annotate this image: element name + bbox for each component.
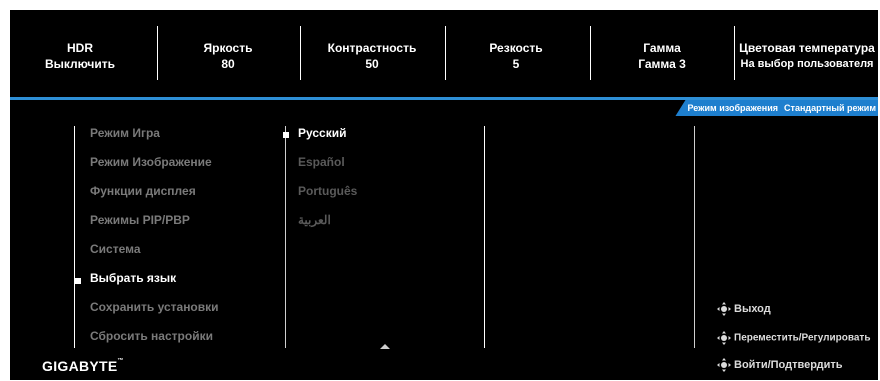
hint-move-adjust: Переместить/Регулировать <box>717 331 870 345</box>
status-divider <box>590 26 591 80</box>
status-sharpness-value: 5 <box>512 57 520 71</box>
column-divider <box>285 126 286 348</box>
menu-item-system[interactable]: Система <box>90 242 141 256</box>
column-divider <box>484 126 485 348</box>
column-divider <box>694 126 695 348</box>
hint-exit: Выход <box>717 302 771 316</box>
status-color-temp: Цветовая температура На выбор пользовате… <box>736 40 878 72</box>
menu-item-reset[interactable]: Сбросить настройки <box>90 329 213 343</box>
status-contrast-label: Контрастность <box>327 41 417 55</box>
brand-logo: GIGABYTE™ <box>42 358 124 374</box>
hint-enter-confirm-label: Войти/Подтвердить <box>734 358 843 371</box>
status-brightness-label: Яркость <box>203 41 253 55</box>
language-option-spanish[interactable]: Español <box>298 155 345 169</box>
joystick-icon <box>717 331 731 345</box>
status-brightness-value: 80 <box>221 57 235 71</box>
joystick-icon <box>717 358 731 372</box>
picture-mode-tag: Режим изображения Стандартный режим <box>675 100 878 116</box>
menu-item-language[interactable]: Выбрать язык <box>90 271 176 285</box>
joystick-icon <box>717 302 731 316</box>
column-divider <box>74 126 75 348</box>
brand-logo-text: GIGABYTE <box>42 358 118 374</box>
menu-item-save-settings[interactable]: Сохранить установки <box>90 300 219 314</box>
hint-enter-confirm: Войти/Подтвердить <box>717 358 843 372</box>
status-color-temp-value: На выбор пользователя <box>740 58 874 70</box>
menu-item-picture-mode[interactable]: Режим Изображение <box>90 155 212 169</box>
status-color-temp-label: Цветовая температура <box>739 41 875 55</box>
status-brightness: Яркость 80 <box>158 40 298 72</box>
language-option-russian[interactable]: Русский <box>298 126 347 140</box>
status-sharpness-label: Резкость <box>489 41 543 55</box>
picture-mode-label: Режим изображения <box>687 103 779 113</box>
osd-panel: HDR Выключить Яркость 80 Контрастность 5… <box>10 10 878 380</box>
picture-mode-value: Стандартный режим <box>784 103 876 113</box>
status-divider <box>734 26 735 80</box>
status-hdr: HDR Выключить <box>10 40 150 72</box>
selection-marker <box>283 132 289 138</box>
language-option-arabic[interactable]: العربية <box>298 213 331 227</box>
status-contrast: Контрастность 50 <box>302 40 442 72</box>
hint-exit-label: Выход <box>734 302 771 315</box>
selection-marker <box>75 278 81 284</box>
status-sharpness: Резкость 5 <box>446 40 586 72</box>
menu-item-display-functions[interactable]: Функции дисплея <box>90 184 196 198</box>
status-gamma: Гамма Гамма 3 <box>592 40 732 72</box>
scroll-up-arrow-icon[interactable] <box>380 344 390 349</box>
status-contrast-value: 50 <box>365 57 379 71</box>
hint-move-adjust-label: Переместить/Регулировать <box>734 332 871 344</box>
status-hdr-value: Выключить <box>44 57 116 71</box>
status-gamma-label: Гамма <box>643 41 681 55</box>
status-hdr-label: HDR <box>67 41 93 55</box>
menu-item-pip-pbp[interactable]: Режимы PIP/PBP <box>90 213 190 227</box>
menu-item-game-mode[interactable]: Режим Игра <box>90 126 160 140</box>
header-divider <box>10 97 878 100</box>
status-gamma-value: Гамма 3 <box>638 57 686 71</box>
language-option-portuguese[interactable]: Português <box>298 184 357 198</box>
status-divider <box>300 26 301 80</box>
